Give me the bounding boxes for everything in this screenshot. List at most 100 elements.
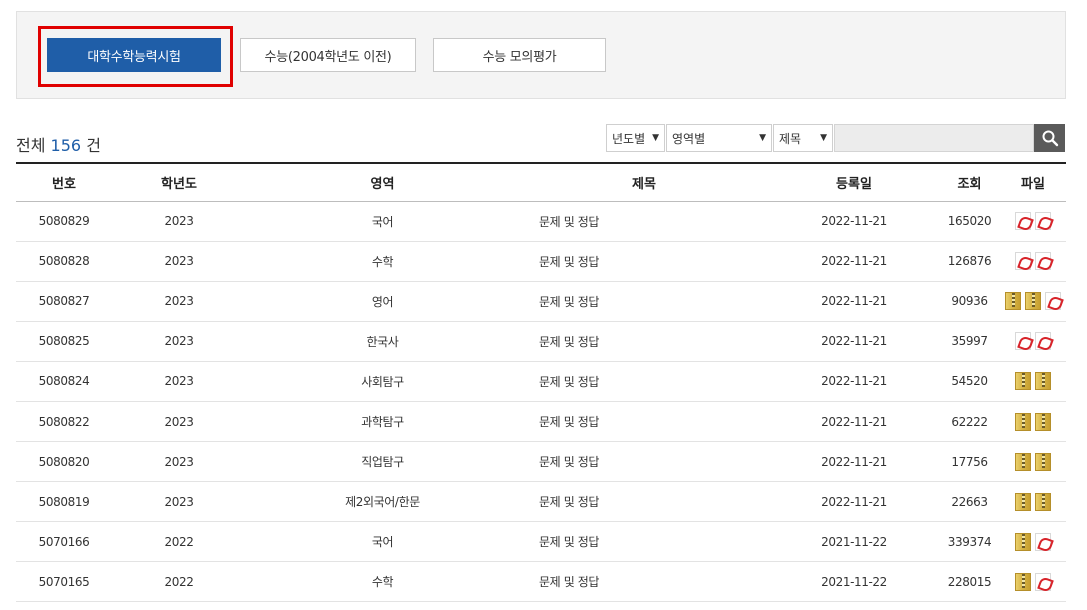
pdf-file-icon[interactable]	[1035, 212, 1051, 231]
zip-file-icon[interactable]	[1035, 452, 1051, 471]
table-row[interactable]: 5080822 2023 과학탐구 문제 및 정답 2022-11-21 62222	[16, 401, 1066, 443]
pdf-file-icon[interactable]	[1035, 532, 1051, 551]
cell-views: 126876	[939, 241, 1000, 282]
zip-file-icon[interactable]	[1015, 372, 1031, 391]
cell-date: 2022-11-21	[769, 321, 939, 362]
zip-file-icon[interactable]	[1025, 292, 1041, 311]
search-button[interactable]	[1034, 124, 1065, 152]
cell-year: 2022	[112, 561, 246, 603]
cell-title[interactable]: 문제 및 정답	[519, 281, 769, 322]
search-filters: 년도별 ▼ 영역별 ▼ 제목 ▼	[606, 124, 1065, 152]
tab-csat[interactable]: 대학수학능력시험	[47, 38, 221, 72]
cell-title[interactable]: 문제 및 정답	[519, 441, 769, 483]
cell-title[interactable]: 문제 및 정답	[519, 481, 769, 523]
pdf-file-icon[interactable]	[1015, 252, 1031, 271]
cell-area: 사회탐구	[246, 361, 519, 402]
cell-files	[1000, 521, 1066, 563]
cell-title[interactable]: 문제 및 정답	[519, 321, 769, 362]
cell-files	[1000, 561, 1066, 603]
total-count-value: 156	[50, 136, 82, 155]
tab-csat-mock-exam[interactable]: 수능 모의평가	[433, 38, 606, 72]
cell-no: 5080825	[16, 321, 112, 362]
total-suffix: 건	[86, 136, 101, 155]
cell-area: 국어	[246, 521, 519, 563]
pdf-file-icon[interactable]	[1035, 252, 1051, 271]
zip-file-icon[interactable]	[1015, 572, 1031, 591]
cell-date: 2021-11-22	[769, 521, 939, 563]
table-row[interactable]: 5070165 2022 수학 문제 및 정답 2021-11-22 228015	[16, 561, 1066, 603]
col-header-area: 영역	[246, 162, 519, 202]
cell-no: 5080828	[16, 241, 112, 282]
pdf-file-icon[interactable]	[1035, 332, 1051, 351]
cell-views: 90936	[939, 281, 1000, 322]
zip-file-icon[interactable]	[1035, 412, 1051, 431]
chevron-down-icon: ▼	[759, 133, 766, 143]
field-select-value: 제목	[779, 131, 802, 146]
cell-views: 165020	[939, 201, 1000, 242]
col-header-no: 번호	[16, 162, 112, 202]
search-input[interactable]	[834, 124, 1034, 152]
cell-title[interactable]: 문제 및 정답	[519, 361, 769, 402]
zip-file-icon[interactable]	[1015, 452, 1031, 471]
cell-year: 2023	[112, 441, 246, 483]
cell-title[interactable]: 문제 및 정답	[519, 401, 769, 443]
cell-date: 2022-11-21	[769, 201, 939, 242]
year-select[interactable]: 년도별 ▼	[606, 124, 665, 152]
cell-area: 수학	[246, 561, 519, 603]
table-row[interactable]: 5080819 2023 제2외국어/한문 문제 및 정답 2022-11-21 2266…	[16, 481, 1066, 523]
field-select[interactable]: 제목 ▼	[773, 124, 833, 152]
cell-title[interactable]: 문제 및 정답	[519, 521, 769, 563]
cell-year: 2023	[112, 281, 246, 322]
cell-files	[1000, 401, 1066, 443]
pdf-file-icon[interactable]	[1045, 292, 1061, 311]
cell-files	[1000, 241, 1066, 282]
chevron-down-icon: ▼	[652, 133, 659, 143]
cell-title[interactable]: 문제 및 정답	[519, 241, 769, 282]
cell-views: 35997	[939, 321, 1000, 362]
cell-date: 2022-11-21	[769, 281, 939, 322]
zip-file-icon[interactable]	[1035, 372, 1051, 391]
area-select[interactable]: 영역별 ▼	[666, 124, 772, 152]
exam-list-table: 번호 학년도 영역 제목 등록일 조회 파일 5080829 2023 국어 문제 및…	[16, 162, 1066, 603]
zip-file-icon[interactable]	[1015, 412, 1031, 431]
col-header-files: 파일	[1000, 162, 1066, 202]
cell-date: 2022-11-21	[769, 361, 939, 402]
table-row[interactable]: 5070166 2022 국어 문제 및 정답 2021-11-22 339374	[16, 521, 1066, 563]
cell-year: 2023	[112, 401, 246, 443]
cell-files	[1000, 281, 1066, 322]
cell-area: 한국사	[246, 321, 519, 362]
exam-tab-box: 대학수학능력시험 수능(2004학년도 이전) 수능 모의평가	[16, 11, 1066, 99]
search-icon	[1042, 130, 1058, 147]
cell-no: 5070165	[16, 561, 112, 603]
cell-views: 62222	[939, 401, 1000, 443]
cell-title[interactable]: 문제 및 정답	[519, 201, 769, 242]
cell-title[interactable]: 문제 및 정답	[519, 561, 769, 603]
col-header-date: 등록일	[769, 162, 939, 202]
tab-csat-before-2004[interactable]: 수능(2004학년도 이전)	[240, 38, 416, 72]
zip-file-icon[interactable]	[1015, 492, 1031, 511]
zip-file-icon[interactable]	[1015, 532, 1031, 551]
cell-views: 17756	[939, 441, 1000, 483]
cell-no: 5070166	[16, 521, 112, 563]
table-row[interactable]: 5080825 2023 한국사 문제 및 정답 2022-11-21 35997	[16, 321, 1066, 362]
cell-year: 2023	[112, 481, 246, 523]
cell-date: 2021-11-22	[769, 561, 939, 603]
cell-area: 과학탐구	[246, 401, 519, 443]
table-header: 번호 학년도 영역 제목 등록일 조회 파일	[16, 162, 1066, 202]
table-row[interactable]: 5080828 2023 수학 문제 및 정답 2022-11-21 126876	[16, 241, 1066, 282]
pdf-file-icon[interactable]	[1015, 212, 1031, 231]
cell-files	[1000, 201, 1066, 242]
table-row[interactable]: 5080829 2023 국어 문제 및 정답 2022-11-21 165020	[16, 201, 1066, 242]
cell-date: 2022-11-21	[769, 441, 939, 483]
year-select-value: 년도별	[612, 131, 646, 146]
table-row[interactable]: 5080820 2023 직업탐구 문제 및 정답 2022-11-21 17756	[16, 441, 1066, 483]
cell-files	[1000, 321, 1066, 362]
pdf-file-icon[interactable]	[1015, 332, 1031, 351]
table-row[interactable]: 5080827 2023 영어 문제 및 정답 2022-11-21 90936	[16, 281, 1066, 322]
cell-files	[1000, 481, 1066, 523]
zip-file-icon[interactable]	[1035, 492, 1051, 511]
zip-file-icon[interactable]	[1005, 292, 1021, 311]
table-row[interactable]: 5080824 2023 사회탐구 문제 및 정답 2022-11-21 54520	[16, 361, 1066, 402]
cell-no: 5080829	[16, 201, 112, 242]
pdf-file-icon[interactable]	[1035, 572, 1051, 591]
